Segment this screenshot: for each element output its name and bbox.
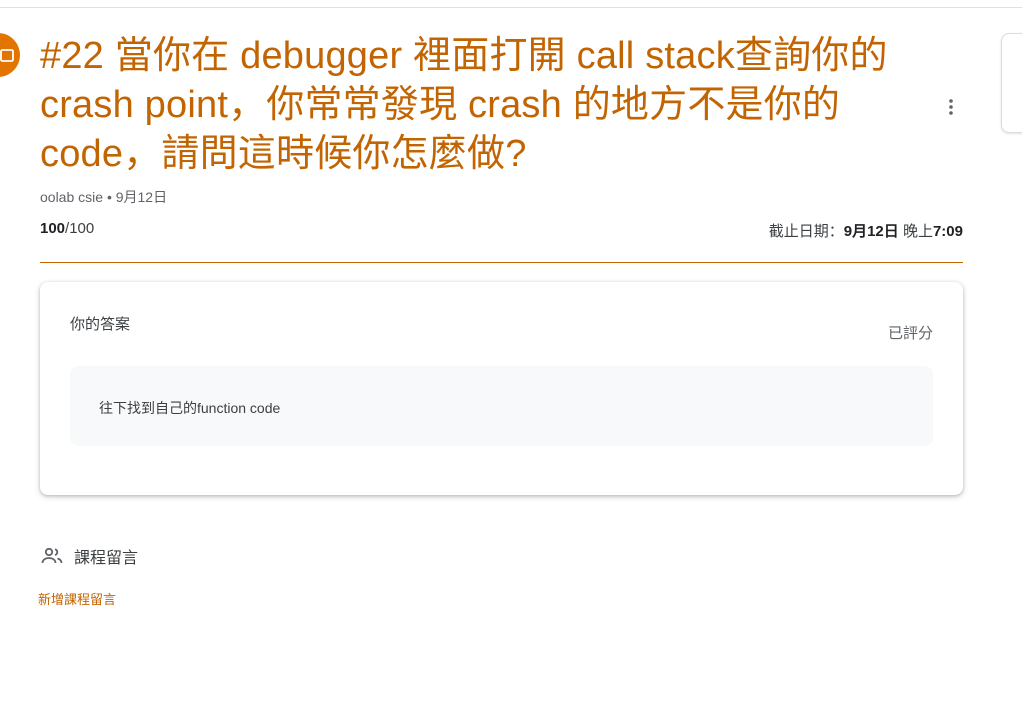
class-comments-label: 課程留言 [74,550,139,567]
author-name: oolab csie [40,189,104,205]
due-label: 截止日期： [768,223,844,240]
more-options-button[interactable] [936,92,966,122]
posted-date: 9月12日 [115,189,168,205]
answer-text: 往下找到自己的function code [99,400,281,416]
side-panel-card [1001,33,1022,133]
graded-status: 已評分 [887,325,933,342]
clipboard-icon [0,49,14,62]
due-date: 截止日期：9月12日 晚上7:09 [769,220,963,241]
top-divider [0,7,1022,8]
your-answer-card: 你的答案 已評分 往下找到自己的function code [40,282,963,495]
due-time: 7:09 [932,223,963,240]
assignment-icon [0,33,20,77]
due-period: 晚上 [902,223,933,240]
header-divider [40,262,963,263]
class-comments-header: 課程留言 [40,544,138,568]
score-earned: 100 [40,220,66,237]
score: 100/100 [40,220,94,237]
score-total: /100 [65,220,95,237]
people-icon [41,547,63,564]
add-class-comment-link[interactable]: 新增課程留言 [38,589,116,608]
meta-separator: • [106,189,112,205]
answer-box: 往下找到自己的function code [70,366,933,446]
answer-heading: 你的答案 [70,316,131,333]
due-date-value: 9月12日 [843,223,899,240]
assignment-title: #22 當你在 debugger 裡面打開 call stack查詢你的 cra… [40,35,888,175]
assignment-meta: oolab csie • 9月12日 [40,187,167,207]
more-vert-icon [949,99,953,115]
